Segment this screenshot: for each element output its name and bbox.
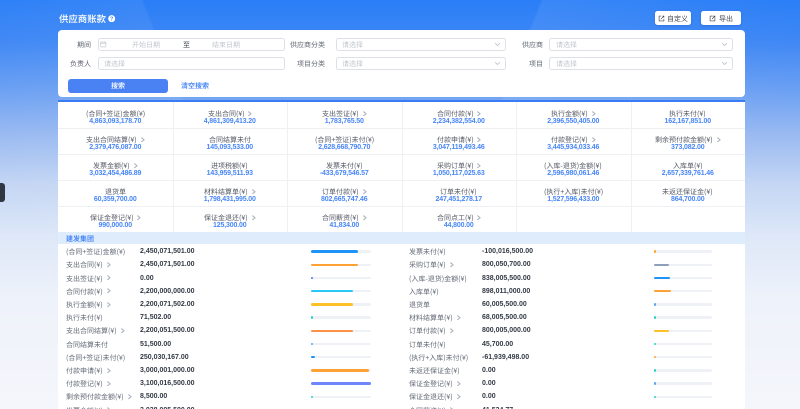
svg-text:?: ?: [110, 16, 113, 22]
